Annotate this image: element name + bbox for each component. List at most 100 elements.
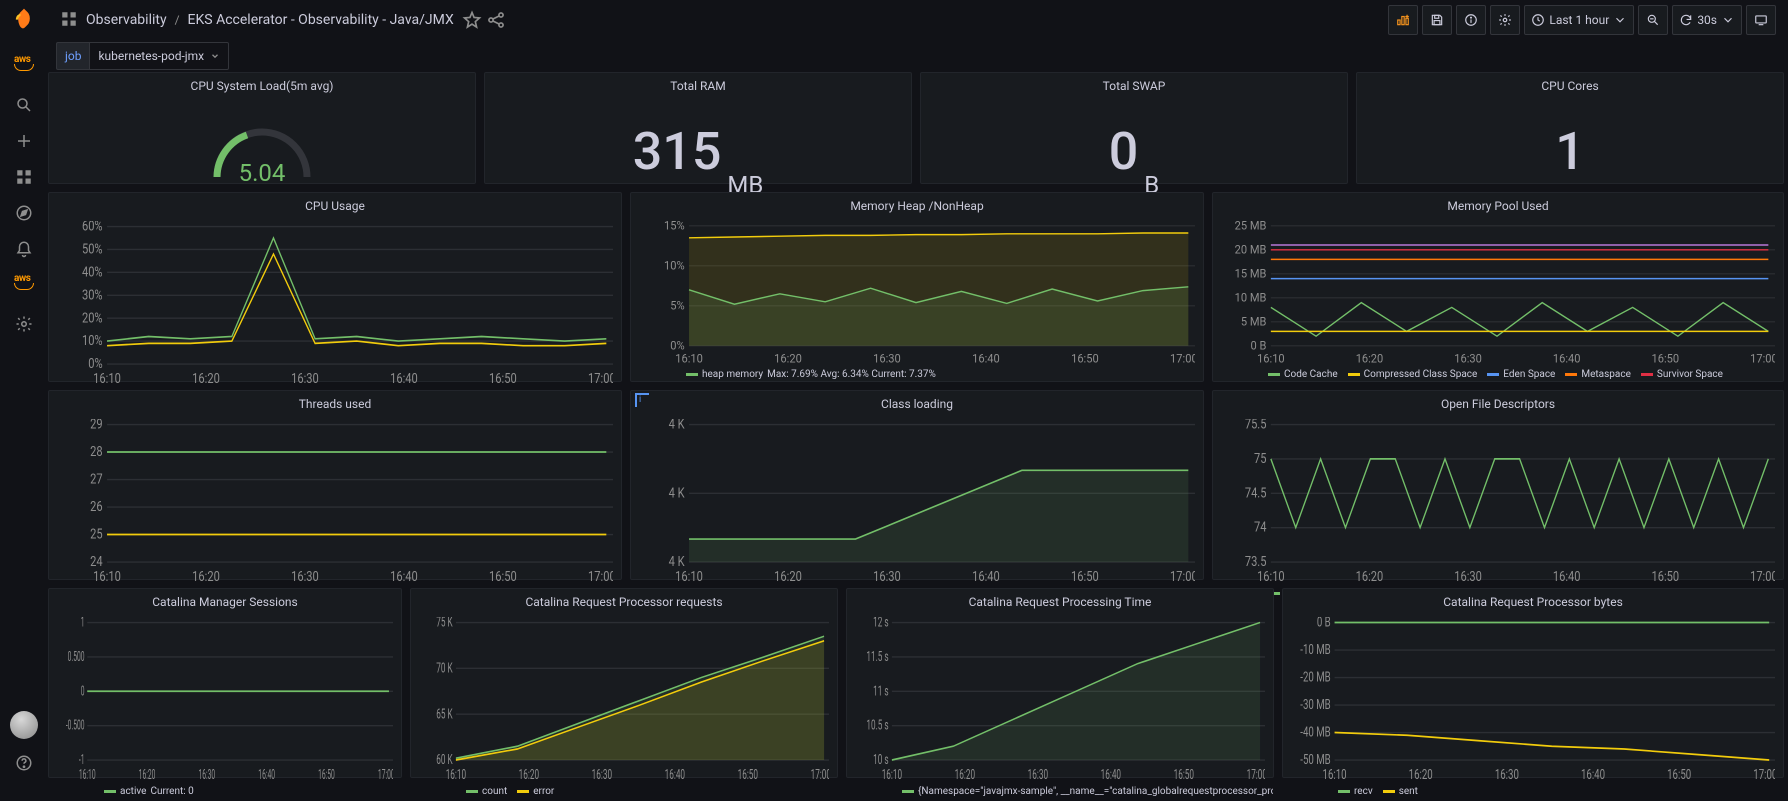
chart-plot[interactable]: 24252627282916:1016:2016:3016:4016:5017:… [57,419,613,584]
panel-title[interactable]: Memory Pool Used [1213,193,1783,219]
panel-memory-heap[interactable]: Memory Heap /NonHeap0%5%10%15%16:1016:20… [630,192,1204,382]
svg-text:16:30: 16:30 [873,351,901,365]
legend-label: {Namespace="javajmx-sample", __name__="c… [918,786,1273,797]
chart-plot[interactable]: 10 s10.5 s11 s11.5 s12 s16:1016:2016:301… [855,617,1265,782]
grafana-logo-icon[interactable] [10,8,38,36]
alert-bell-icon[interactable] [8,233,40,265]
legend-label: recv [1354,786,1373,797]
panel-title[interactable]: Catalina Request Processor bytes [1283,589,1783,615]
svg-text:25: 25 [90,527,103,543]
panel-title[interactable]: Catalina Manager Sessions [49,589,401,615]
panel-title[interactable]: Total SWAP [921,73,1347,99]
chart-plot[interactable]: 4 K4 K4 K16:1016:2016:3016:4016:5017:00 [639,419,1195,584]
legend-item[interactable]: Compressed Class Space [1348,369,1478,380]
explore-compass-icon[interactable] [8,197,40,229]
panel-title[interactable]: Threads used [49,391,621,417]
sidebar: aws aws [0,0,48,783]
panel-class-loading[interactable]: Class loading4 K4 K4 K16:1016:2016:3016:… [630,390,1204,580]
panel-processing-time[interactable]: Catalina Request Processing Time10 s10.5… [846,588,1274,778]
dashboard-settings-button[interactable] [1490,5,1520,35]
legend-item[interactable]: {Namespace="javajmx-sample", __name__="c… [902,786,1273,797]
svg-text:16:40: 16:40 [390,371,418,386]
svg-text:28: 28 [90,444,103,460]
panel-bytes[interactable]: Catalina Request Processor bytes-50 MB-4… [1282,588,1784,778]
chevron-down-icon [1721,13,1735,27]
aws-logo-icon: aws [14,54,34,71]
svg-text:16:20: 16:20 [192,371,220,386]
panel-total-swap[interactable]: Total SWAP 0 B [920,72,1348,184]
panel-title[interactable]: Catalina Request Processing Time [847,589,1273,615]
panel-title[interactable]: CPU Usage [49,193,621,219]
svg-text:-1: -1 [79,751,85,768]
info-corner-icon[interactable]: i [635,393,649,407]
aws-services-icon[interactable]: aws [14,273,34,290]
panel-cpu-load[interactable]: CPU System Load(5m avg) 5.04 [48,72,476,184]
svg-text:17:00: 17:00 [1750,351,1775,365]
panel-threads[interactable]: Threads used24252627282916:1016:2016:301… [48,390,622,580]
save-button[interactable] [1422,5,1452,35]
panel-total-ram[interactable]: Total RAM 315 MB [484,72,912,184]
legend-item[interactable]: sent [1383,786,1418,797]
chart-plot[interactable]: 60 K65 K70 K75 K16:1016:2016:3016:4016:5… [419,617,829,782]
user-avatar[interactable] [10,711,38,739]
legend-swatch [1268,373,1280,376]
legend-item[interactable]: heap memory Max: 7.69% Avg: 6.34% Curren… [686,369,936,380]
chart-plot[interactable]: -50 MB-40 MB-30 MB-20 MB-10 MB0 B16:1016… [1291,617,1775,782]
legend-swatch [1565,373,1577,376]
legend-item[interactable]: error [517,786,554,797]
chart-plot[interactable]: 0%5%10%15%16:1016:2016:3016:4016:5017:00 [639,221,1195,365]
legend-item[interactable]: Survivor Space [1641,369,1723,380]
legend-item[interactable]: count [466,786,507,797]
breadcrumb-folder[interactable]: Observability [82,12,171,28]
help-icon[interactable] [8,747,40,779]
panel-title[interactable]: CPU Cores [1357,73,1783,99]
panel-title[interactable]: Catalina Request Processor requests [411,589,837,615]
svg-text:-0.500: -0.500 [66,717,85,734]
chart-plot[interactable]: 0 B5 MB10 MB15 MB20 MB25 MB16:1016:2016:… [1221,221,1775,365]
tv-mode-button[interactable] [1746,5,1776,35]
dashboards-icon[interactable] [8,161,40,193]
svg-text:16:10: 16:10 [93,569,121,584]
share-icon[interactable] [486,10,506,30]
legend-swatch [104,790,116,793]
svg-text:15 MB: 15 MB [1235,266,1267,281]
chevron-down-icon [210,51,220,61]
legend-item[interactable]: Metaspace [1565,369,1631,380]
svg-text:16:30: 16:30 [291,569,319,584]
panel-title[interactable]: Total RAM [485,73,911,99]
svg-text:16:10: 16:10 [1257,351,1285,365]
panel-cpu-usage[interactable]: CPU Usage0%10%20%30%40%50%60%16:1016:201… [48,192,622,382]
svg-text:17:00: 17:00 [811,766,829,782]
panel-sessions[interactable]: Catalina Manager Sessions-1-0.50000.5001… [48,588,402,778]
panel-title[interactable]: Memory Heap /NonHeap [631,193,1203,219]
svg-text:16:30: 16:30 [873,569,901,584]
zoom-out-button[interactable] [1638,5,1668,35]
svg-text:16:10: 16:10 [79,767,96,782]
add-panel-button[interactable] [1388,5,1418,35]
legend-item[interactable]: recv [1338,786,1373,797]
panel-title[interactable]: Class loading [631,391,1203,417]
refresh-button[interactable]: 30s [1672,5,1742,35]
panel-memory-pool[interactable]: Memory Pool Used0 B5 MB10 MB15 MB20 MB25… [1212,192,1784,382]
time-range-picker[interactable]: Last 1 hour [1524,5,1634,35]
svg-text:65 K: 65 K [436,705,453,722]
legend-item[interactable]: active Current: 0 [104,786,194,797]
star-icon[interactable] [462,10,482,30]
settings-gear-icon[interactable] [8,308,40,340]
chart-plot[interactable]: 0%10%20%30%40%50%60%16:1016:2016:3016:40… [57,221,613,386]
panel-requests[interactable]: Catalina Request Processor requests60 K6… [410,588,838,778]
svg-text:16:40: 16:40 [1553,569,1581,584]
panel-title[interactable]: CPU System Load(5m avg) [49,73,475,99]
legend-item[interactable]: Eden Space [1487,369,1555,380]
variable-job-select[interactable]: kubernetes-pod-jmx [89,42,229,70]
chart-plot[interactable]: 73.57474.57575.516:1016:2016:3016:4016:5… [1221,419,1775,584]
legend-item[interactable]: Code Cache [1268,369,1338,380]
info-button[interactable] [1456,5,1486,35]
search-icon[interactable] [8,89,40,121]
panel-cpu-cores[interactable]: CPU Cores 1 [1356,72,1784,184]
chart-plot[interactable]: -1-0.50000.500116:1016:2016:3016:4016:50… [57,617,393,782]
panel-open-fd[interactable]: Open File Descriptors73.57474.57575.516:… [1212,390,1784,580]
plus-icon[interactable] [8,125,40,157]
panel-title[interactable]: Open File Descriptors [1213,391,1783,417]
page-title[interactable]: EKS Accelerator - Observability - Java/J… [184,12,458,28]
